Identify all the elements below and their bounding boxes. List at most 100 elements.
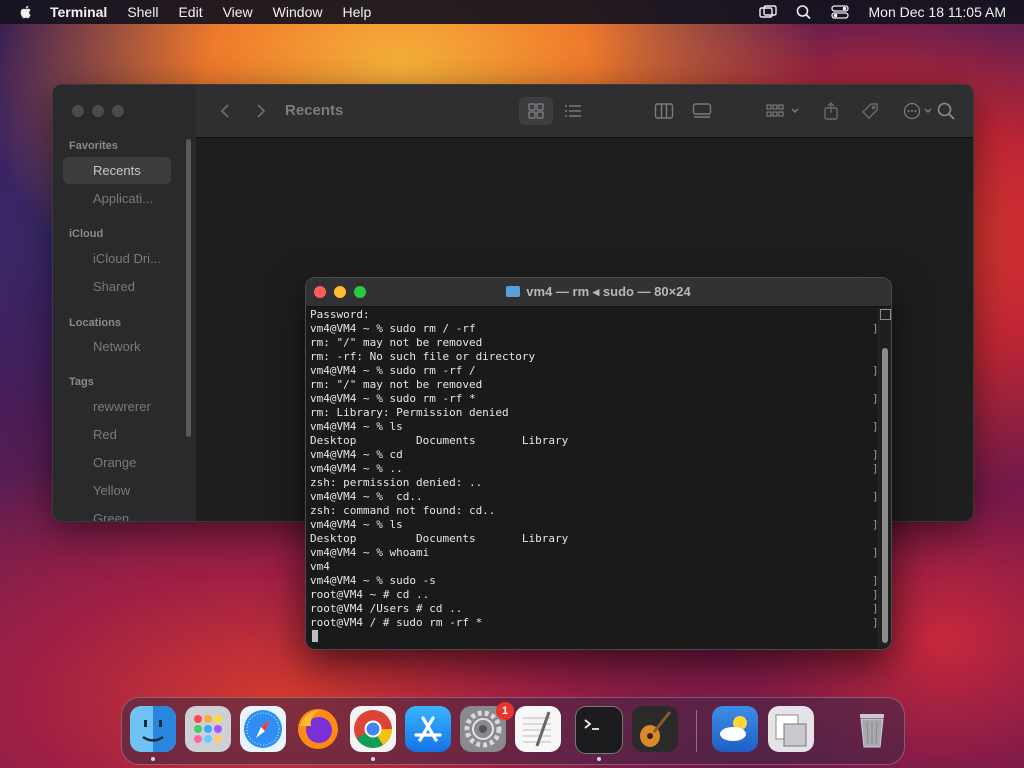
share-icon[interactable] xyxy=(821,101,841,121)
terminal-line: Password: xyxy=(310,308,370,321)
apple-menu-icon[interactable] xyxy=(18,4,34,20)
column-view-icon[interactable] xyxy=(654,101,674,121)
sidebar-item-recents[interactable]: Recents xyxy=(93,163,183,178)
terminal-line: vm4@VM4 ~ % sudo rm / -rf xyxy=(310,322,476,335)
terminal-line: root@VM4 /Users # cd .. xyxy=(310,602,463,615)
terminal-line: vm4@VM4 ~ % whoami xyxy=(310,546,430,559)
list-view-icon[interactable] xyxy=(563,101,583,121)
textedit-icon xyxy=(523,711,551,747)
menu-view[interactable]: View xyxy=(223,4,253,20)
system-settings-badge: 1 xyxy=(496,702,514,720)
dock-firefox[interactable] xyxy=(295,706,341,752)
menu-edit[interactable]: Edit xyxy=(178,4,202,20)
terminal-prompt-icon xyxy=(584,719,599,730)
dock-terminal[interactable] xyxy=(575,706,623,754)
menu-help[interactable]: Help xyxy=(342,4,371,20)
sidebar-item-icloud-drive[interactable]: iCloud Dri... xyxy=(93,251,183,266)
dock-safari[interactable] xyxy=(240,706,286,752)
terminal-scrollbar[interactable] xyxy=(878,308,891,648)
sidebar-header-favorites: Favorites xyxy=(69,140,118,152)
control-center-icon[interactable] xyxy=(830,4,849,20)
sidebar-tag-orange[interactable]: Orange xyxy=(93,455,183,470)
terminal-title: vm4 — rm ◂ sudo — 80×24 xyxy=(306,284,891,300)
terminal-line: vm4@VM4 ~ % ls xyxy=(310,420,403,433)
finder-zoom-button[interactable] xyxy=(112,105,124,117)
weather-cloud-sun-icon xyxy=(720,716,747,741)
terminal-line: vm4@VM4 ~ % sudo rm -rf / xyxy=(310,364,476,377)
terminal-line: vm4@VM4 ~ % sudo -s xyxy=(310,574,436,587)
preview-icon xyxy=(775,714,807,747)
dock-separator xyxy=(696,710,697,752)
menu-shell[interactable]: Shell xyxy=(127,4,158,20)
sidebar-header-locations: Locations xyxy=(69,317,121,329)
dock-garageband[interactable] xyxy=(632,706,678,752)
sidebar-tag-yellow[interactable]: Yellow xyxy=(93,483,183,498)
finder-minimize-button[interactable] xyxy=(92,105,104,117)
menu-app-name[interactable]: Terminal xyxy=(50,4,107,20)
dock: 1 xyxy=(121,697,905,765)
terminal-line: Desktop Documents Library xyxy=(310,434,569,447)
terminal-output[interactable]: Password: vm4@VM4 ~ % sudo rm / -rf rm: "/… xyxy=(310,308,870,648)
menu-window[interactable]: Window xyxy=(273,4,323,20)
folder-icon xyxy=(506,286,521,297)
safari-compass-icon xyxy=(244,710,282,748)
app-store-icon xyxy=(414,716,442,742)
finder-traffic-lights xyxy=(72,105,132,117)
menu-bar-clock[interactable]: Mon Dec 18 11:05 AM xyxy=(869,4,1006,20)
terminal-line: zsh: permission denied: .. xyxy=(310,476,483,489)
forward-chevron-icon[interactable] xyxy=(250,101,270,121)
sidebar-tag-rewwrerer[interactable]: rewwrerer xyxy=(93,399,183,414)
sidebar-item-applications[interactable]: Applicati... xyxy=(93,191,183,206)
terminal-line: rm: "/" may not be removed xyxy=(310,336,483,349)
terminal-scroll-thumb[interactable] xyxy=(882,348,888,643)
terminal-title-text: vm4 — rm ◂ sudo — 80×24 xyxy=(526,284,691,299)
group-by-icon[interactable] xyxy=(766,101,802,121)
terminal-line: root@VM4 / # sudo rm -rf * xyxy=(310,616,483,629)
terminal-window[interactable]: vm4 — rm ◂ sudo — 80×24 Password: vm4@VM4… xyxy=(305,277,892,650)
dock-weather[interactable] xyxy=(712,706,758,752)
terminal-line: vm4@VM4 ~ % ls xyxy=(310,518,403,531)
dock-finder[interactable] xyxy=(130,706,176,752)
more-actions-icon[interactable] xyxy=(902,101,938,121)
firefox-icon xyxy=(298,709,338,749)
sidebar-scrollbar[interactable] xyxy=(186,139,191,437)
terminal-line: zsh: command not found: cd.. xyxy=(310,504,496,517)
tag-icon[interactable] xyxy=(860,101,880,121)
scroll-top-button[interactable] xyxy=(880,309,891,320)
dock-app-store[interactable] xyxy=(405,706,451,752)
finder-window-title: Recents xyxy=(285,102,344,119)
gallery-view-icon[interactable] xyxy=(692,101,712,121)
search-icon[interactable] xyxy=(936,101,956,121)
menu-bar: Terminal Shell Edit View Window Help Mon… xyxy=(0,0,1024,24)
terminal-line: vm4@VM4 ~ % cd.. xyxy=(310,490,423,503)
sidebar-item-network[interactable]: Network xyxy=(93,339,183,354)
finder-close-button[interactable] xyxy=(72,105,84,117)
terminal-line: vm4@VM4 ~ % sudo rm -rf * xyxy=(310,392,476,405)
terminal-line: vm4@VM4 ~ % .. xyxy=(310,462,403,475)
trash-icon xyxy=(860,714,884,748)
dock-trash[interactable] xyxy=(849,706,895,752)
terminal-cursor xyxy=(312,630,318,642)
sidebar-tag-red[interactable]: Red xyxy=(93,427,183,442)
terminal-title-bar[interactable]: vm4 — rm ◂ sudo — 80×24 xyxy=(306,278,891,307)
dock-chrome-running-dot xyxy=(371,757,375,761)
finder-sidebar: Favorites Recents Applicati... iCloud iC… xyxy=(53,85,196,521)
terminal-cursor-line xyxy=(310,630,870,644)
sidebar-tag-green[interactable]: Green xyxy=(93,511,183,521)
dock-preview[interactable] xyxy=(768,706,814,752)
menu-bar-status: Mon Dec 18 11:05 AM xyxy=(741,0,1006,24)
terminal-line: vm4@VM4 ~ % cd xyxy=(310,448,403,461)
icon-view-icon[interactable] xyxy=(526,101,546,121)
dock-textedit[interactable] xyxy=(515,706,561,752)
chrome-icon xyxy=(354,710,392,748)
dock-chrome[interactable] xyxy=(350,706,396,752)
sidebar-header-tags: Tags xyxy=(69,376,94,388)
dock-launchpad[interactable] xyxy=(185,706,231,752)
back-chevron-icon[interactable] xyxy=(216,101,236,121)
screen-mirroring-icon[interactable] xyxy=(758,4,777,20)
spotlight-search-icon[interactable] xyxy=(795,4,813,20)
sidebar-item-shared[interactable]: Shared xyxy=(93,279,183,294)
terminal-line: rm: "/" may not be removed xyxy=(310,378,483,391)
finder-toolbar: Recents xyxy=(196,85,973,138)
terminal-line: Desktop Documents Library xyxy=(310,532,569,545)
